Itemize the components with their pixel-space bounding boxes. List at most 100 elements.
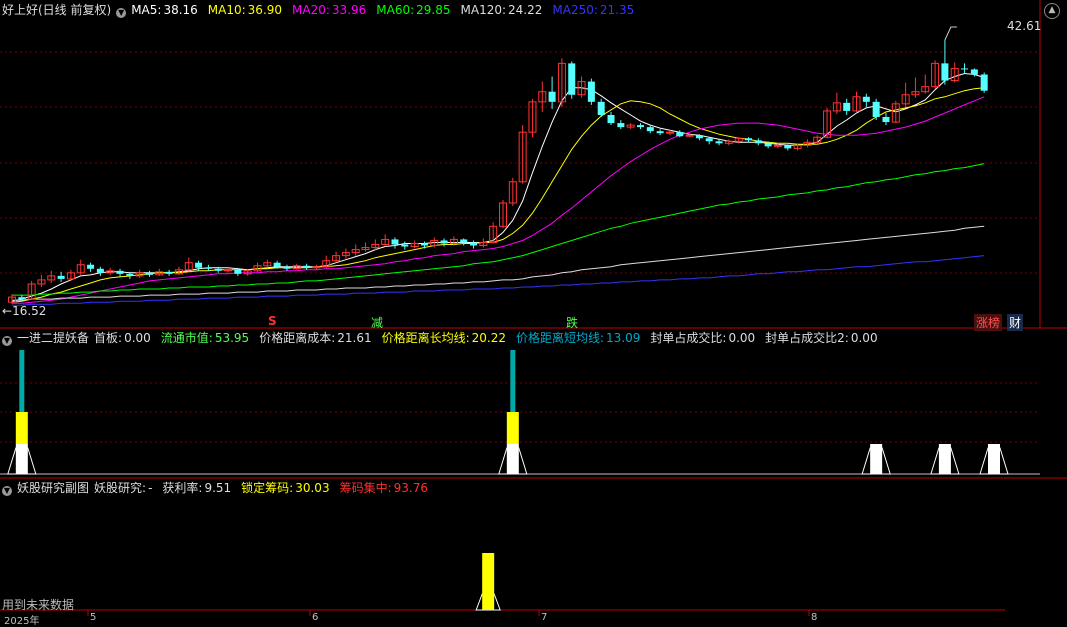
chart-canvas[interactable]	[0, 0, 1067, 620]
sub2-field-label: 妖股研究:	[94, 481, 147, 495]
ma-line-ma10	[11, 87, 985, 303]
sub1-field-3: 价格距离长均线: 20.22	[382, 331, 511, 345]
high-price-label: 42.61	[1007, 19, 1042, 33]
ma-item-value: 24.22	[508, 3, 543, 17]
sub1-white-bar	[15, 444, 28, 474]
sub2-field-0: 妖股研究: -	[94, 481, 157, 495]
candle-body	[587, 81, 595, 102]
sub1-cyan-bar	[510, 350, 516, 412]
sub1-field-value: 0.00	[850, 331, 878, 345]
candle-body	[872, 101, 880, 118]
sub2-fields: 妖股研究: - 获利率: 9.51 锁定筹码: 30.03 筹码集中: 93.76	[94, 481, 438, 495]
candle-body	[460, 239, 468, 243]
toggle-icon[interactable]: ▼	[116, 8, 127, 18]
sub2-field-3: 筹码集中: 93.76	[340, 481, 433, 495]
candle-body	[843, 102, 851, 111]
main-title[interactable]: 好上好(日线 前复权)	[2, 3, 111, 17]
candle-body	[617, 123, 625, 128]
candle-body	[548, 91, 556, 102]
sell-marker: S	[268, 314, 277, 328]
candle-body	[636, 125, 644, 128]
candle-body	[401, 244, 409, 247]
candle-body	[961, 68, 969, 70]
candle-body	[116, 270, 124, 274]
candle-body	[745, 138, 752, 141]
ma-item-value: 29.85	[416, 3, 451, 17]
sub1-field-5: 封单占成交比: 0.00	[650, 331, 760, 345]
sub1-white-bar	[506, 444, 519, 474]
ma-item-4: MA120: 24.22	[461, 3, 548, 17]
low-price-label: ←16.52	[2, 304, 47, 318]
candle-body	[676, 132, 684, 137]
candle-body	[764, 143, 772, 147]
ma-item-label: MA250:	[552, 3, 598, 17]
candle-body	[597, 101, 605, 115]
ma-item-label: MA5:	[131, 3, 162, 17]
sub2-field-2: 锁定筹码: 30.03	[241, 481, 334, 495]
sub2-field-label: 锁定筹码:	[241, 481, 294, 495]
sub1-yellow-bar	[506, 412, 519, 444]
sub1-field-value: 53.95	[214, 331, 250, 345]
ma-item-5: MA250: 21.35	[552, 3, 639, 17]
sub1-field-label: 价格距离长均线:	[381, 331, 470, 345]
xaxis-tick-may: 5	[90, 612, 97, 623]
sub1-field-2: 价格距离成本: 21.61	[259, 331, 376, 345]
candle-body	[656, 131, 664, 134]
candle-body	[882, 117, 890, 123]
sub1-yellow-bar	[15, 412, 28, 444]
ma-item-1: MA10: 36.90	[208, 3, 287, 17]
candle-body	[980, 74, 988, 91]
candle-body	[195, 262, 203, 268]
xaxis-tick-jul: 7	[541, 612, 548, 623]
collapse-icon[interactable]: ▲	[1044, 3, 1060, 19]
sub2-field-label: 获利率:	[162, 481, 203, 495]
ma-item-value: 33.96	[331, 3, 367, 17]
sub1-field-value: 20.22	[471, 331, 506, 345]
candle-body	[165, 271, 173, 274]
main-header: 好上好(日线 前复权) ▼ MA5: 38.16 MA10: 36.90 MA20: 33.9…	[2, 3, 649, 18]
finance-badge[interactable]: 财	[1007, 314, 1024, 331]
ma-list: MA5: 38.16 MA10: 36.90 MA20: 33.96 MA60: 29.85 M…	[131, 3, 644, 17]
sub2-field-label: 筹码集中:	[339, 481, 392, 495]
ma-item-2: MA20: 33.96	[292, 3, 371, 17]
sub2-header: ▼ 妖股研究副图 妖股研究: - 获利率: 9.51 锁定筹码: 30.03 筹码集中: 93.7…	[2, 481, 443, 496]
ma-item-label: MA60:	[376, 3, 415, 17]
sub2-field-value: 9.51	[204, 481, 232, 495]
candle-body	[420, 243, 428, 246]
xaxis-tick-jun: 6	[312, 612, 319, 623]
high-marker-arrow	[944, 26, 957, 41]
sub2-field-1: 获利率: 9.51	[162, 481, 236, 495]
ma-line-ma60	[12, 163, 985, 296]
sub1-fields: 首板: 0.00 流通市值: 53.95 价格距离成本: 21.61 价格距离长均线: 20.…	[94, 331, 888, 345]
sub2-field-value: 30.03	[295, 481, 330, 495]
sub1-field-value: 0.00	[124, 331, 151, 345]
candle-body	[234, 269, 242, 274]
sub2-toggle-icon[interactable]: ▼	[2, 486, 12, 496]
sub2-field-value: -	[148, 481, 153, 495]
candle-body	[57, 275, 65, 279]
sub1-field-value: 21.61	[337, 331, 372, 345]
sub1-field-1: 流通市值: 53.95	[161, 331, 254, 345]
sub2-field-value: 93.76	[393, 481, 428, 495]
candle-body	[784, 145, 792, 149]
candle-body	[96, 268, 104, 273]
candle-body	[214, 268, 222, 271]
sub1-field-label: 封单占成交比2:	[765, 331, 849, 345]
ma-item-3: MA60: 29.85	[376, 3, 455, 17]
ma-item-label: MA20:	[292, 3, 330, 17]
ma-item-value: 36.90	[247, 3, 283, 17]
sub1-field-label: 价格距离短均线:	[516, 331, 605, 345]
sub1-field-value: 13.09	[606, 331, 641, 345]
sub2-name[interactable]: 妖股研究副图	[17, 481, 89, 495]
candle-body	[470, 242, 478, 246]
candle-body	[941, 63, 949, 81]
sub1-name[interactable]: 一进二提妖备	[17, 331, 89, 345]
ma-item-0: MA5: 38.16	[131, 3, 203, 17]
candle-body	[715, 141, 723, 144]
ma-item-label: MA10:	[207, 3, 246, 17]
sub1-toggle-icon[interactable]: ▼	[2, 336, 12, 346]
sub1-field-6: 封单占成交比2: 0.00	[765, 331, 882, 345]
candle-body	[607, 114, 615, 124]
xaxis-tick-aug: 8	[811, 612, 818, 623]
limit-up-badge[interactable]: 涨榜	[974, 314, 1003, 331]
